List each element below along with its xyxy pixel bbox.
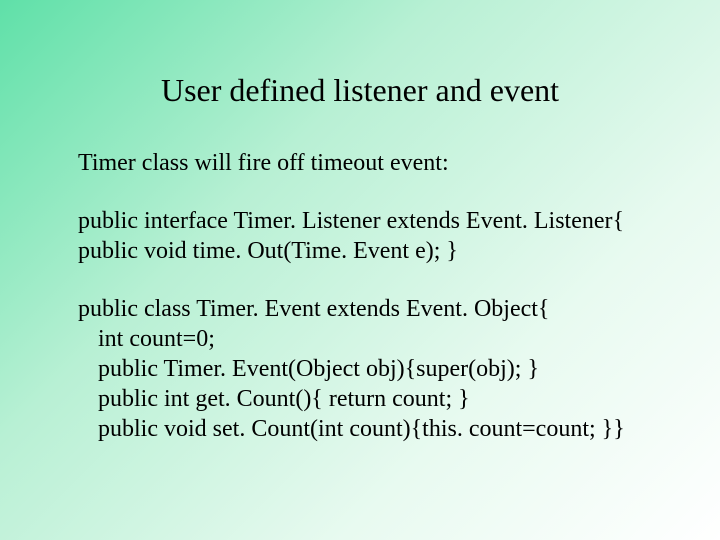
code-line: public int get. Count(){ return count; } [78, 384, 660, 414]
code-line: public class Timer. Event extends Event.… [78, 294, 660, 324]
intro-text: Timer class will fire off timeout event: [78, 148, 660, 178]
code-line: public Timer. Event(Object obj){super(ob… [78, 354, 660, 384]
interface-code: public interface Timer. Listener extends… [78, 206, 660, 266]
code-line: int count=0; [78, 324, 660, 354]
code-line: public interface Timer. Listener extends… [78, 206, 660, 236]
class-code: public class Timer. Event extends Event.… [78, 294, 660, 444]
slide-body: Timer class will fire off timeout event:… [78, 148, 660, 444]
code-line: public void set. Count(int count){this. … [78, 414, 660, 444]
slide-title: User defined listener and event [0, 72, 720, 109]
code-line: public void time. Out(Time. Event e); } [78, 236, 660, 266]
